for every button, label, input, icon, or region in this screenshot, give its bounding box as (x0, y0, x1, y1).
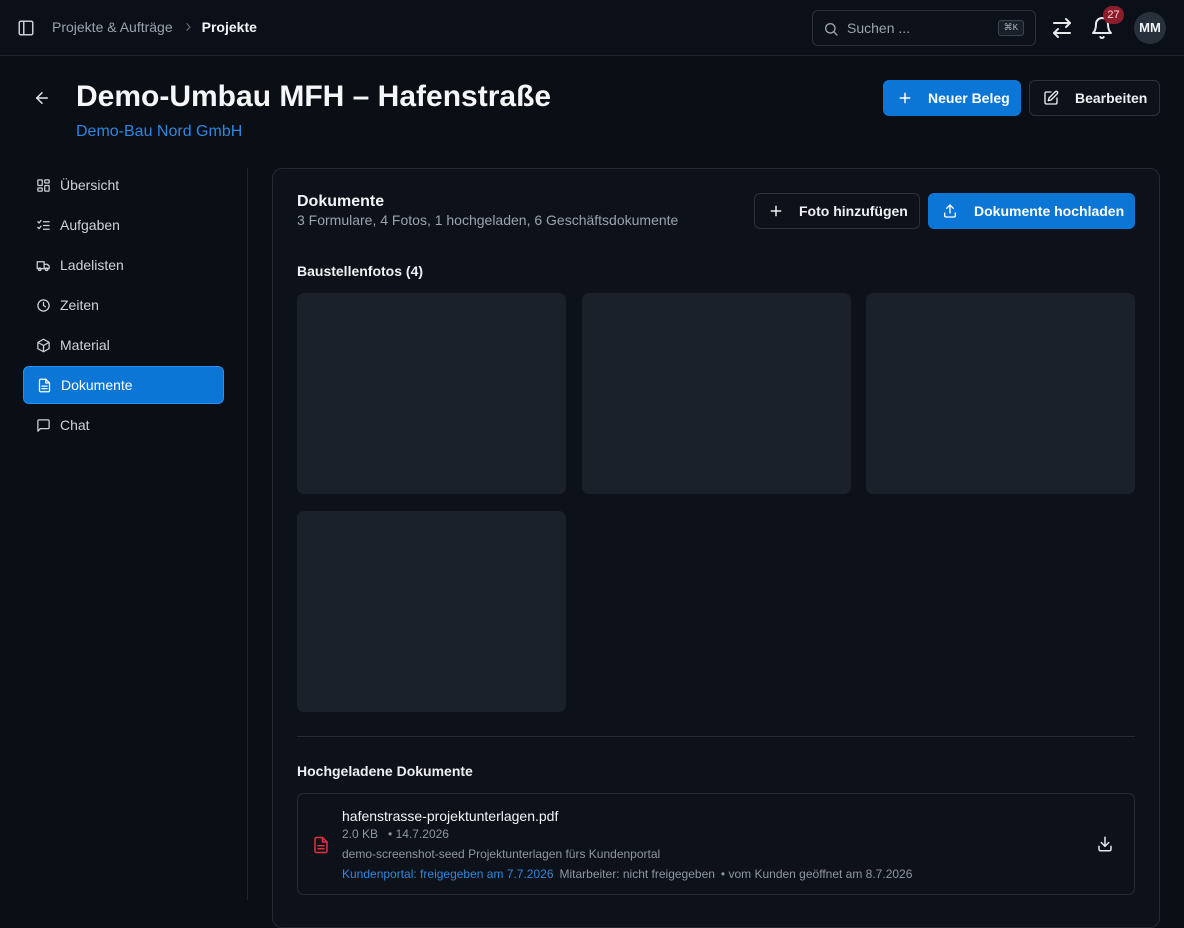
nav-item-tasks[interactable]: Aufgaben (23, 206, 224, 244)
page-title: Demo-Umbau MFH – Hafenstraße (76, 80, 552, 113)
photos-section-title: Baustellenfotos (4) (297, 263, 424, 279)
document-description: demo-screenshot-seed Projektunterlagen f… (342, 847, 661, 861)
list-checks-icon (37, 219, 50, 230)
file-text-icon (38, 378, 51, 392)
nav-item-documents[interactable]: Dokumente (23, 366, 224, 404)
documents-summary: 3 Formulare, 4 Fotos, 1 hochgeladen, 6 G… (297, 212, 679, 228)
add-photo-button[interactable]: Foto hinzufügen (754, 193, 920, 229)
arrow-left-icon[interactable] (33, 89, 51, 107)
section-divider (297, 736, 1135, 737)
nav-item-loading-lists[interactable]: Ladelisten (23, 246, 224, 284)
nav-item-times[interactable]: Zeiten (23, 286, 224, 324)
package-icon (37, 338, 50, 352)
portal-status[interactable]: Kundenportal: freigegeben am 7.7.2026 (342, 867, 554, 881)
clock-icon (37, 298, 50, 312)
breadcrumb: Projekte & Aufträge Projekte (52, 19, 257, 35)
photo-thumbnail[interactable] (582, 293, 851, 494)
plus-icon (770, 205, 782, 217)
nav-item-material[interactable]: Material (23, 326, 224, 364)
breadcrumb-current: Projekte (201, 19, 257, 35)
nav-item-chat[interactable]: Chat (23, 406, 224, 444)
avatar[interactable]: MM (1134, 12, 1166, 44)
upload-documents-label: Dokumente hochladen (974, 203, 1125, 219)
arrows-swap-icon[interactable] (1050, 16, 1074, 40)
photo-thumbnail[interactable] (297, 293, 566, 494)
opened-status: vom Kunden geöffnet am 8.7.2026 (728, 867, 913, 881)
edit-label: Bearbeiten (1075, 90, 1148, 106)
add-photo-label: Foto hinzufügen (799, 203, 908, 219)
message-square-icon (37, 418, 50, 432)
download-icon[interactable] (1096, 835, 1114, 853)
document-date: 14.7.2026 (395, 827, 449, 841)
photo-thumbnail[interactable] (866, 293, 1135, 494)
project-nav: Übersicht Aufgaben Ladelisten Zeiten Mat… (23, 166, 224, 446)
layout-grid-icon (37, 178, 50, 192)
breadcrumb-parent[interactable]: Projekte & Aufträge (52, 19, 173, 35)
plus-icon (899, 92, 911, 104)
documents-panel: Dokumente 3 Formulare, 4 Fotos, 1 hochge… (272, 168, 1160, 928)
search-box[interactable]: ⌘K (812, 10, 1036, 46)
opened-status-wrapper: • vom Kunden geöffnet am 8.7.2026 (720, 867, 913, 881)
uploaded-document-card[interactable]: hafenstrasse-projektunterlagen.pdf 2.0 K… (297, 793, 1135, 895)
search-input[interactable] (847, 11, 997, 45)
upload-icon (944, 204, 956, 218)
new-document-label: Neuer Beleg (928, 90, 1010, 106)
upload-documents-button[interactable]: Dokumente hochladen (928, 193, 1135, 229)
search-shortcut: ⌘K (997, 20, 1024, 36)
sidebar-toggle-icon[interactable] (17, 19, 35, 37)
photo-thumbnail[interactable] (297, 511, 566, 712)
nav-divider (247, 168, 248, 900)
chevron-right-icon (185, 23, 191, 31)
search-icon (825, 23, 838, 36)
edit-button[interactable]: Bearbeiten (1029, 80, 1160, 116)
nav-item-overview[interactable]: Übersicht (23, 166, 224, 204)
top-bar: Projekte & Aufträge Projekte ⌘K 27 MM (0, 0, 1184, 56)
pencil-square-icon (1044, 90, 1059, 105)
document-size: 2.0 KB (342, 827, 379, 841)
new-document-button[interactable]: Neuer Beleg (883, 80, 1021, 116)
staff-status: Mitarbeiter: nicht freigegeben (559, 867, 715, 881)
document-name[interactable]: hafenstrasse-projektunterlagen.pdf (342, 808, 558, 824)
meta-separator: • (381, 827, 396, 841)
notification-badge: 27 (1103, 6, 1124, 24)
client-link[interactable]: Demo-Bau Nord GmbH (76, 123, 242, 141)
document-status: Kundenportal: freigegeben am 7.7.2026 Mit… (342, 867, 912, 881)
document-meta: 2.0 KB • 14.7.2026 (342, 827, 449, 841)
truck-icon (36, 260, 50, 271)
file-pdf-icon (314, 836, 328, 854)
documents-title: Dokumente (297, 193, 385, 210)
uploads-section-title: Hochgeladene Dokumente (297, 763, 473, 779)
